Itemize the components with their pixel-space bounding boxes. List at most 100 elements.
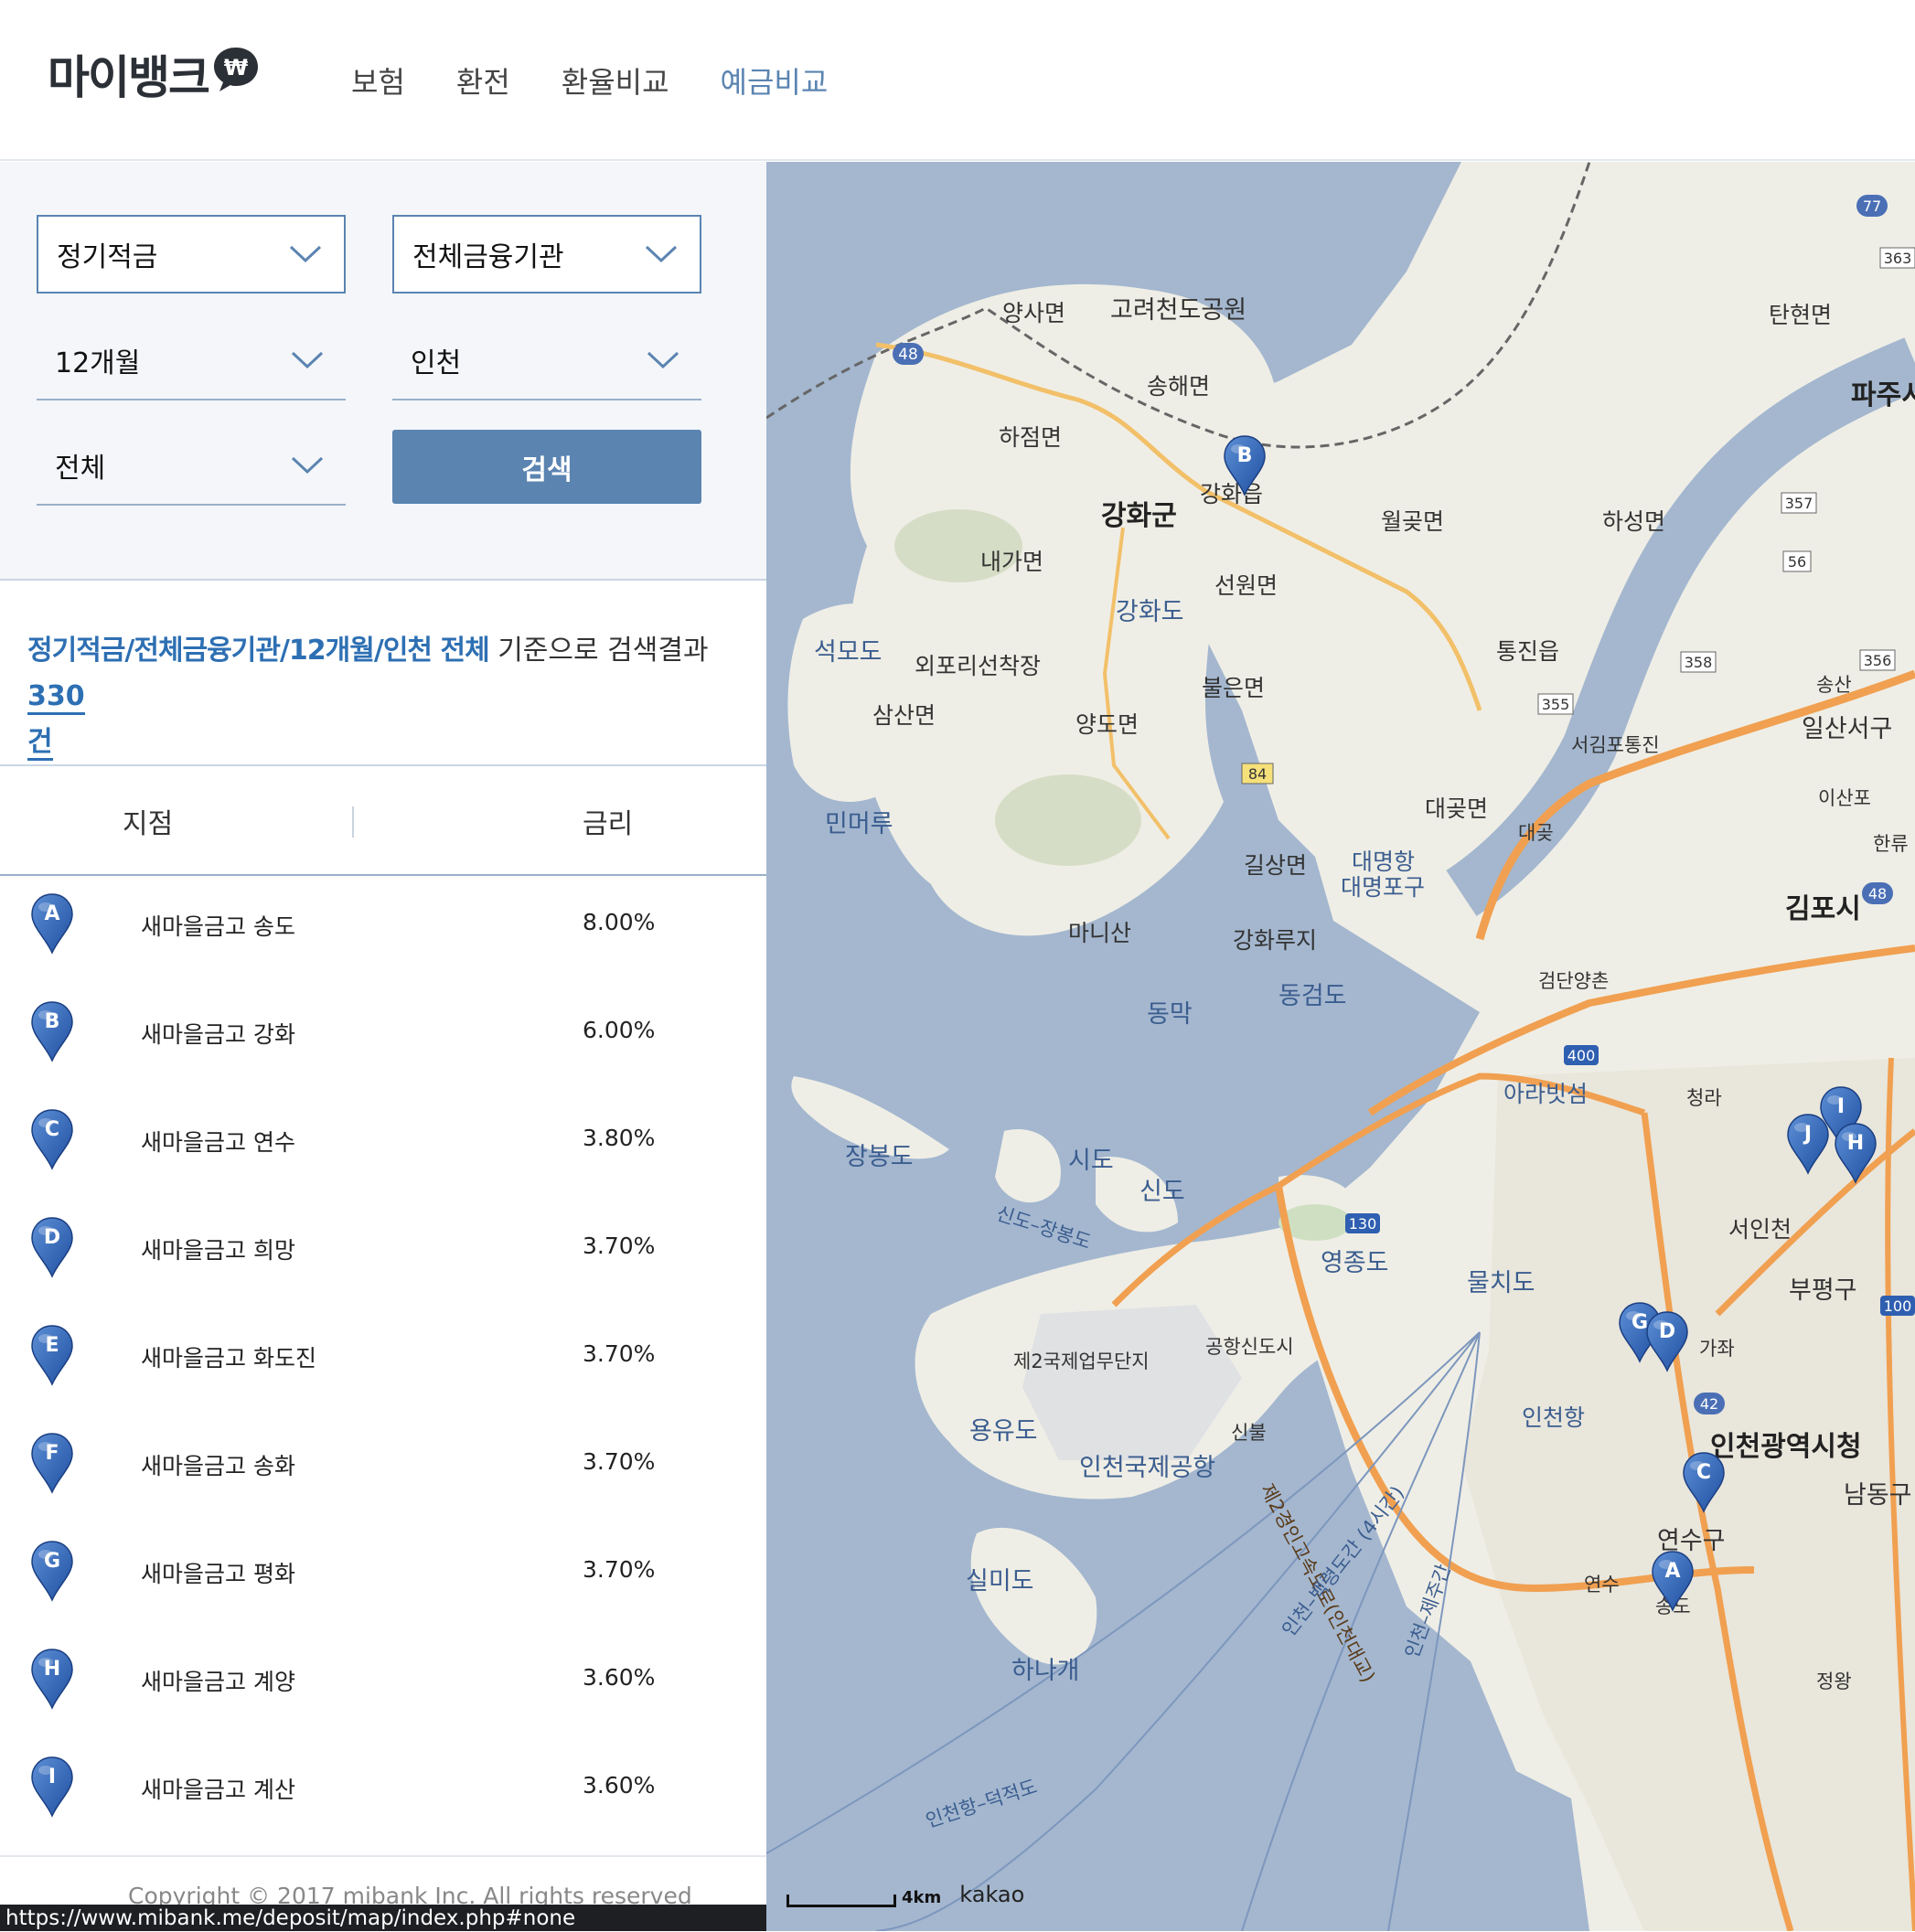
chevron-down-icon bbox=[647, 351, 679, 369]
map-label: 하점면 bbox=[999, 424, 1063, 451]
map-label: 민머루 bbox=[825, 810, 893, 838]
map-label: 양도면 bbox=[1075, 711, 1139, 738]
branch-name: 새마을금고 송화 bbox=[141, 1453, 295, 1479]
svg-text:56: 56 bbox=[1788, 553, 1806, 571]
main-nav: 보험 환전 환율비교 예금비교 bbox=[351, 59, 879, 106]
marker-letter: F bbox=[45, 1442, 59, 1465]
search-panel: 정기적금 전체금융기관 12개월 인천 전체 검색 정기적금/전체금융기관/12… bbox=[0, 162, 766, 1931]
summary-middle: 기준으로 검색결과 bbox=[488, 635, 709, 667]
map-label: 동검도 bbox=[1278, 982, 1347, 1010]
map-marker-icon: I bbox=[29, 1756, 75, 1818]
marker-letter: I bbox=[48, 1766, 56, 1788]
map-label: 부평구 bbox=[1789, 1276, 1857, 1305]
map-marker-icon: G bbox=[29, 1540, 75, 1602]
list-item[interactable]: E 새마을금고 화도진 3.70% bbox=[0, 1308, 766, 1415]
map-pin-j[interactable]: J bbox=[1785, 1113, 1831, 1175]
marker-letter: E bbox=[45, 1334, 59, 1357]
map-label: 양사면 bbox=[1002, 300, 1066, 326]
map-marker-icon: C bbox=[29, 1108, 75, 1170]
interest-rate: 3.70% bbox=[583, 1448, 656, 1475]
interest-rate: 3.70% bbox=[583, 1340, 656, 1367]
map-label: 인천항 bbox=[1522, 1404, 1586, 1431]
nav-exchange-compare[interactable]: 환율비교 bbox=[562, 59, 669, 106]
map-label: 영종도 bbox=[1321, 1249, 1389, 1277]
nav-deposit-compare[interactable]: 예금비교 bbox=[721, 59, 829, 106]
map-label: 남동구 bbox=[1844, 1481, 1912, 1510]
map-label: 하나개 bbox=[1011, 1657, 1080, 1685]
col-branch[interactable]: 지점 bbox=[123, 801, 173, 841]
nav-insurance[interactable]: 보험 bbox=[351, 59, 405, 106]
map-label: 불은면 bbox=[1202, 675, 1266, 701]
logo[interactable]: 마이뱅크 ₩ bbox=[48, 46, 262, 110]
summary-criteria: 정기적금/전체금융기관/12개월/인천 전체 bbox=[27, 635, 490, 667]
svg-text:355: 355 bbox=[1542, 696, 1570, 713]
region-select[interactable]: 인천 bbox=[392, 322, 701, 400]
branch-name: 새마을금고 희망 bbox=[141, 1237, 295, 1264]
col-rate[interactable]: 금리 bbox=[583, 801, 633, 841]
map-label: 송산 bbox=[1816, 674, 1852, 696]
map-label: 고려천도공원 bbox=[1110, 296, 1247, 325]
map-label: 내가면 bbox=[980, 549, 1044, 575]
marker-letter: D bbox=[44, 1226, 60, 1249]
map-label: 아라빗섬 bbox=[1503, 1081, 1589, 1107]
map-marker-icon: D bbox=[29, 1216, 75, 1278]
map-label: 강화도 bbox=[1116, 598, 1184, 626]
map-label: 마니산 bbox=[1068, 920, 1132, 946]
list-item[interactable]: H 새마을금고 계양 3.60% bbox=[0, 1631, 766, 1739]
chevron-down-icon bbox=[289, 245, 322, 263]
chevron-down-icon bbox=[645, 245, 678, 263]
map-label: 시도 bbox=[1068, 1147, 1114, 1175]
svg-text:100: 100 bbox=[1884, 1297, 1912, 1315]
interest-rate: 3.70% bbox=[583, 1233, 656, 1259]
map-view[interactable]: 48 84 77 363 357 56 358 356 355 400 130 … bbox=[766, 162, 1915, 1931]
map-label: 신불 bbox=[1231, 1422, 1267, 1444]
branch-name: 새마을금고 평화 bbox=[141, 1561, 295, 1587]
chevron-down-icon bbox=[291, 351, 324, 369]
institution-select[interactable]: 전체금융기관 bbox=[392, 215, 701, 294]
svg-text:357: 357 bbox=[1785, 495, 1813, 512]
period-select[interactable]: 12개월 bbox=[37, 322, 346, 400]
list-item[interactable]: B 새마을금고 강화 6.00% bbox=[0, 984, 766, 1092]
map-label: 석모도 bbox=[814, 638, 883, 667]
list-item[interactable]: C 새마을금고 연수 3.80% bbox=[0, 1092, 766, 1200]
list-item[interactable]: D 새마을금고 희망 3.70% bbox=[0, 1200, 766, 1308]
map-label: 검단양촌 bbox=[1538, 970, 1610, 992]
map-pin-h[interactable]: H bbox=[1833, 1122, 1878, 1184]
map-canvas: 48 84 77 363 357 56 358 356 355 400 130 … bbox=[766, 162, 1915, 1931]
map-pin-b[interactable]: B bbox=[1222, 434, 1268, 496]
svg-text:130: 130 bbox=[1349, 1215, 1377, 1233]
search-button[interactable]: 검색 bbox=[392, 430, 701, 504]
district-select[interactable]: 전체 bbox=[37, 427, 346, 506]
map-label: 일산서구 bbox=[1802, 715, 1893, 743]
product-select[interactable]: 정기적금 bbox=[37, 215, 346, 294]
svg-text:363: 363 bbox=[1884, 250, 1912, 267]
nav-exchange[interactable]: 환전 bbox=[456, 59, 510, 106]
svg-text:42: 42 bbox=[1700, 1395, 1718, 1413]
list-item[interactable]: G 새마을금고 평화 3.70% bbox=[0, 1523, 766, 1631]
map-pin-a[interactable]: A bbox=[1650, 1550, 1696, 1612]
svg-text:48: 48 bbox=[1868, 885, 1887, 902]
svg-text:77: 77 bbox=[1863, 197, 1881, 215]
map-pin-d[interactable]: D bbox=[1644, 1310, 1690, 1372]
list-item[interactable]: I 새마을금고 계산 3.60% bbox=[0, 1739, 766, 1847]
map-label: 선원면 bbox=[1214, 572, 1278, 599]
map-label: 통진읍 bbox=[1496, 638, 1560, 665]
svg-text:358: 358 bbox=[1685, 654, 1713, 671]
footer-divider bbox=[0, 1855, 766, 1857]
map-pin-c[interactable]: C bbox=[1681, 1451, 1727, 1513]
list-item[interactable]: A 새마을금고 송도 8.00% bbox=[0, 876, 766, 984]
svg-text:J: J bbox=[1803, 1123, 1812, 1146]
table-header: 지점 금리 bbox=[0, 764, 766, 876]
map-label: 인천광역시청 bbox=[1710, 1431, 1862, 1463]
map-label: 제2국제업무단지 bbox=[1013, 1350, 1150, 1372]
branch-name: 새마을금고 연수 bbox=[141, 1129, 295, 1156]
list-item[interactable]: F 새마을금고 송화 3.70% bbox=[0, 1415, 766, 1523]
svg-text:400: 400 bbox=[1567, 1047, 1596, 1064]
svg-text:356: 356 bbox=[1864, 652, 1892, 669]
summary-count: 330 bbox=[27, 680, 85, 715]
logo-symbol: ₩ bbox=[224, 55, 249, 80]
svg-text:D: D bbox=[1659, 1320, 1675, 1343]
map-label: 한류 bbox=[1873, 833, 1909, 855]
map-label: 강화루지 bbox=[1233, 927, 1318, 954]
map-label: 삼산면 bbox=[872, 702, 936, 729]
